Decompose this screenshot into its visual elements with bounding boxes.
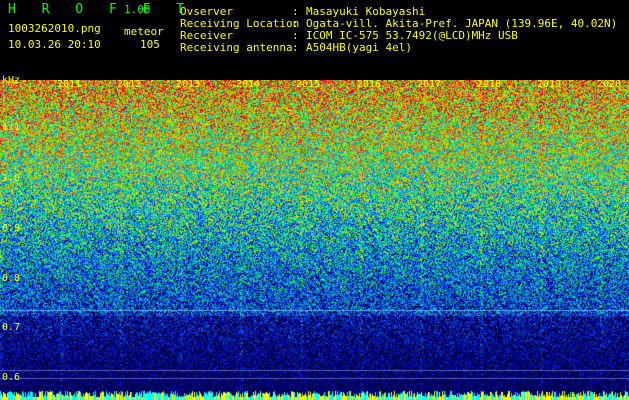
x-year-label: 2018 (477, 79, 502, 90)
y-tick-label: 1.1 (2, 122, 21, 133)
x-year-label: 2016 (357, 79, 382, 90)
info-label: Receiving antenna (180, 41, 293, 54)
y-tick-label: 1.0 (2, 173, 21, 184)
y-tick-label: 0.6 (2, 372, 21, 383)
x-year-label: 2020 (597, 79, 622, 90)
meteor-label: meteor (124, 25, 164, 38)
x-year-label: 2014 (236, 79, 261, 90)
x-year-label: 2017 (417, 79, 442, 90)
x-year-label: 2019 (537, 79, 562, 90)
y-tick-label: 0.8 (2, 273, 21, 284)
y-tick-label: 0.7 (2, 322, 21, 333)
meteor-count: 105 (140, 38, 160, 51)
filename: 1003262010.png (8, 22, 101, 35)
info-value: A504HB(yagi 4el) (306, 41, 412, 54)
x-year-label: 2015 (296, 79, 321, 90)
x-year-label: 2013 (176, 79, 201, 90)
info-sep: : (292, 41, 299, 54)
y-tick-label: 0.9 (2, 223, 21, 234)
app-version: 1.00 (124, 3, 151, 16)
spectrogram (0, 80, 629, 400)
x-year-label: 2011 (57, 79, 82, 90)
app-title: H R O F F T (8, 2, 194, 17)
datetime: 10.03.26 20:10 (8, 38, 101, 51)
y-axis-unit: kHz (2, 75, 21, 86)
header-panel: H R O F F T 1.00 1003262010.png meteor 1… (0, 0, 629, 78)
x-year-label: 2012 (117, 79, 142, 90)
